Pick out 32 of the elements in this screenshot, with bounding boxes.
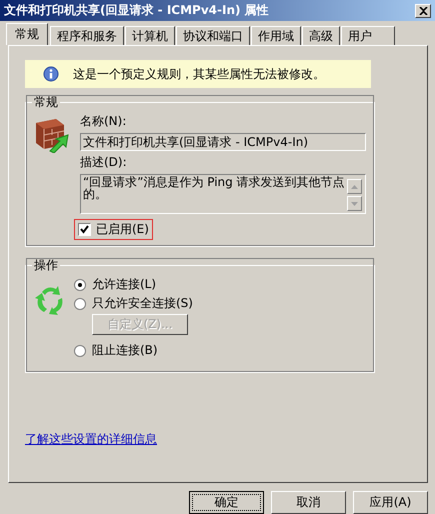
help-link[interactable]: 了解这些设置的详细信息: [25, 431, 157, 448]
cancel-button[interactable]: 取消: [271, 491, 346, 514]
tab[interactable]: 计算机: [125, 26, 175, 46]
tab[interactable]: 协议和端口: [176, 26, 250, 46]
tab[interactable]: 程序和服务: [50, 26, 124, 46]
window-title: 文件和打印机共享(回显请求 - ICMPv4-In) 属性: [4, 2, 269, 20]
tab[interactable]: 作用域: [251, 26, 301, 46]
radio-button[interactable]: 允许连接(L): [74, 276, 156, 294]
tab[interactable]: 常规: [6, 23, 48, 46]
close-icon: [418, 6, 428, 15]
name-field[interactable]: 文件和打印机共享(回显请求 - ICMPv4-In): [80, 133, 366, 152]
down-arrow-icon: [351, 202, 358, 206]
scroll-up-button[interactable]: [347, 179, 362, 194]
checkmark-icon: [80, 225, 89, 234]
enabled-checkbox[interactable]: 已启用(E): [74, 219, 153, 240]
radio-button[interactable]: 只允许安全连接(S): [74, 295, 193, 312]
info-icon: [43, 66, 59, 82]
close-button[interactable]: [415, 4, 431, 18]
apply-button[interactable]: 应用(A): [353, 491, 428, 514]
name-label: 名称(N):: [80, 113, 126, 130]
description-field[interactable]: “回显请求”消息是作为 Ping 请求发送到其他节点的。: [80, 174, 366, 214]
info-text: 这是一个预定义规则，其某些属性无法被修改。: [73, 66, 325, 83]
group-title: 常规: [33, 94, 59, 112]
group-title: 操作: [33, 257, 59, 274]
tab[interactable]: 高级: [302, 26, 340, 46]
scroll-down-button[interactable]: [347, 196, 362, 212]
ok-button[interactable]: 确定: [189, 491, 264, 514]
description-label: 描述(D):: [80, 154, 127, 172]
description-text: “回显请求”消息是作为 Ping 请求发送到其他节点的。: [82, 175, 346, 204]
radio-button[interactable]: 阻止连接(B): [74, 342, 158, 360]
up-arrow-icon: [351, 184, 358, 189]
tab[interactable]: 用户: [341, 26, 395, 46]
